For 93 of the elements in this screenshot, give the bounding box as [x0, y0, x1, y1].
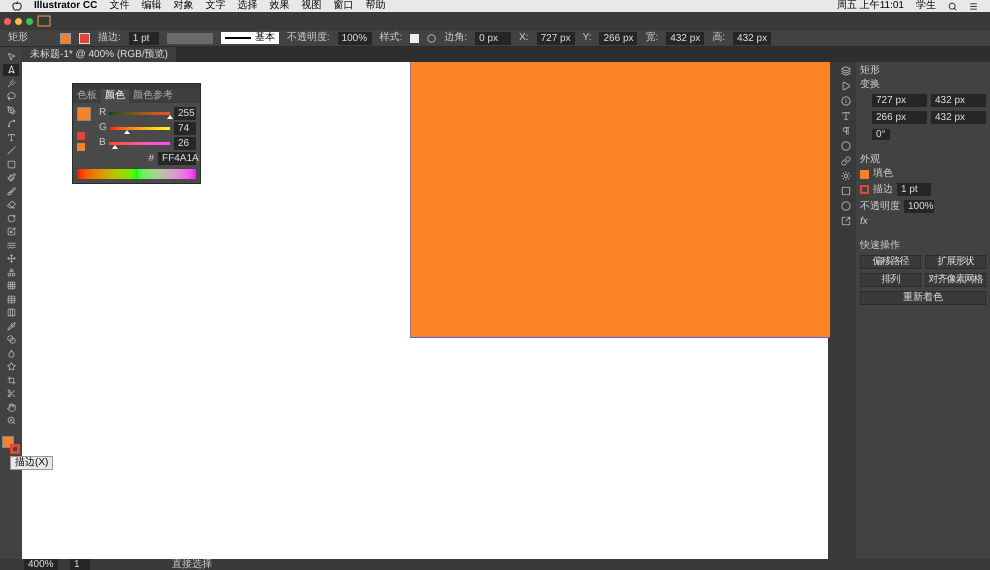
y-field[interactable]: 266 px — [872, 111, 927, 124]
quick-action-button[interactable]: 对齐像素网格 — [925, 273, 986, 287]
document-tab[interactable]: 未标题-1* @ 400% (RGB/预览) — [22, 47, 176, 62]
fill-swatch[interactable] — [860, 170, 869, 178]
link-icon[interactable] — [841, 156, 851, 166]
effects-label: fx — [860, 217, 869, 227]
slider-thumb[interactable] — [112, 144, 118, 148]
fill-label: 填色 — [873, 169, 893, 179]
stroke-profile-field[interactable]: 基本 — [220, 32, 279, 44]
circle-icon[interactable] — [841, 201, 851, 211]
sun-icon[interactable] — [841, 171, 851, 181]
square-icon[interactable] — [841, 186, 851, 196]
type-icon[interactable] — [841, 111, 851, 121]
panel-tab[interactable]: 色板 — [73, 89, 101, 103]
recolor-button[interactable]: 重新着色 — [860, 291, 986, 305]
opacity-label: 不透明度 — [860, 202, 900, 212]
angle-field[interactable]: 0° — [872, 129, 890, 140]
color-spectrum[interactable] — [77, 169, 196, 179]
stroke-label: 描边: — [98, 33, 121, 43]
status-text: 直接选择 — [172, 560, 212, 570]
fill-swatch[interactable] — [77, 107, 91, 121]
corner-label: 边角: — [444, 33, 468, 43]
menu-item[interactable]: 选择 — [237, 1, 258, 11]
apple-icon[interactable] — [12, 1, 22, 11]
minimize-icon[interactable] — [15, 18, 22, 24]
circle-icon[interactable] — [841, 141, 851, 151]
menu-item[interactable]: 效果 — [269, 1, 290, 11]
panel-tab[interactable]: 颜色参考 — [129, 89, 177, 103]
app-menu[interactable]: Illustrator CC — [34, 1, 98, 11]
stroke-weight-field[interactable]: 1 pt — [128, 32, 159, 44]
direct-selection-icon[interactable] — [3, 64, 19, 76]
layers-icon[interactable] — [841, 66, 851, 76]
menu-icon[interactable] — [969, 2, 978, 10]
menu-item[interactable]: 视图 — [301, 1, 322, 11]
width-field[interactable]: 432 px — [931, 94, 986, 107]
stroke-weight-field[interactable]: 1 pt — [897, 183, 931, 196]
color-swatch[interactable] — [77, 143, 85, 151]
menu-item[interactable]: 帮助 — [365, 1, 386, 11]
stroke-swatch[interactable] — [860, 185, 869, 194]
channel-value-field[interactable]: 74 — [174, 122, 196, 134]
variable-width-field[interactable] — [166, 32, 213, 44]
panel-tab[interactable]: 颜色 — [101, 89, 129, 103]
recolor-icon[interactable] — [427, 34, 436, 42]
fill-swatch[interactable] — [2, 436, 14, 448]
fill-swatch[interactable] — [60, 32, 71, 44]
artboard-field[interactable]: 1 — [70, 558, 90, 570]
coordinate-field[interactable]: 432 px — [666, 32, 704, 44]
coordinate-field[interactable]: 727 px — [536, 32, 575, 44]
close-icon[interactable] — [4, 18, 11, 24]
coordinate-field[interactable]: 266 px — [599, 32, 638, 44]
style-swatch[interactable] — [410, 34, 420, 42]
channel-value-field[interactable]: 26 — [174, 136, 196, 150]
tooltip: 描边(X) — [10, 456, 54, 470]
object-type: 矩形 — [860, 66, 881, 76]
quick-action-button[interactable]: 排列 — [860, 273, 921, 287]
hex-field[interactable]: FF4A1A — [158, 152, 196, 165]
search-icon[interactable] — [948, 2, 957, 10]
field-label: Y: — [582, 33, 592, 43]
stroke-swatch[interactable] — [77, 132, 85, 140]
x-field[interactable]: 727 px — [872, 94, 927, 107]
zoom-window-icon[interactable] — [26, 18, 33, 24]
hex-label: # — [148, 154, 154, 164]
opacity-field[interactable]: 100% — [904, 200, 934, 213]
quick-action-button[interactable]: 扩展形状 — [925, 255, 986, 269]
slider-thumb[interactable] — [124, 130, 130, 134]
section-title: 变换 — [860, 80, 881, 90]
opacity-label: 不透明度: — [286, 33, 330, 43]
coordinate-field[interactable]: 432 px — [733, 32, 772, 44]
quick-action-button[interactable]: 偏移路径 — [860, 255, 921, 269]
channel-label: R — [99, 108, 105, 118]
info-icon[interactable] — [841, 96, 851, 106]
paragraph-icon[interactable] — [841, 126, 851, 136]
channel-value-field[interactable]: 255 — [174, 106, 196, 120]
height-field[interactable]: 432 px — [931, 111, 986, 124]
zoom-field[interactable]: 400% — [24, 558, 58, 570]
user-name: 学生 — [916, 1, 936, 11]
section-title: 快速操作 — [860, 241, 901, 251]
section-title: 外观 — [860, 155, 881, 165]
channel-label: G — [99, 123, 105, 133]
field-label: 宽: — [645, 33, 658, 43]
export-icon[interactable] — [841, 216, 851, 226]
field-label: X: — [519, 33, 529, 43]
corner-field[interactable]: 0 px — [475, 32, 512, 44]
menu-item[interactable]: 对象 — [173, 1, 194, 11]
play-icon[interactable] — [841, 81, 851, 91]
stroke-label: 描边 — [873, 184, 893, 194]
style-label: 样式: — [380, 33, 402, 43]
object-type: 矩形 — [8, 33, 28, 43]
clock: 周五 上午11:01 — [836, 1, 904, 11]
field-label: 高: — [712, 33, 726, 43]
channel-label: B — [99, 138, 105, 148]
opacity-field[interactable]: 100% — [338, 32, 372, 44]
menu-item[interactable]: 编辑 — [141, 1, 162, 11]
